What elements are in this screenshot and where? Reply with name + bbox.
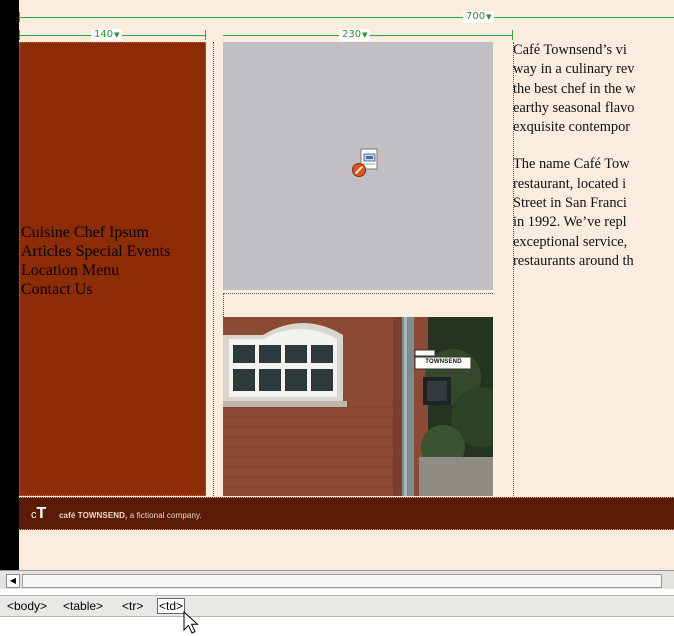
sidebar-cell[interactable]: Cuisine Chef Ipsum Articles Special Events…	[19, 42, 206, 496]
sidebar-guide-tick-right	[205, 30, 206, 40]
text-line: Café Townsend’s vi	[513, 42, 627, 58]
nav-link-menu[interactable]: Menu	[82, 262, 119, 279]
scroll-thumb[interactable]	[22, 574, 662, 588]
center-guide-tick-right	[512, 30, 513, 40]
nav-row: Articles Special Events	[21, 242, 170, 261]
text-line: Street in San Franci	[513, 195, 627, 212]
sidebar-width-label[interactable]: 140▼	[91, 29, 123, 41]
intro-paragraph-2: The name Café Tow restaurant, located i …	[513, 155, 674, 271]
table-guide-line	[19, 17, 674, 18]
tag-tr[interactable]: <tr>	[122, 599, 143, 613]
footer-tagline: café TOWNSEND, a fictional company.	[59, 511, 202, 520]
table-guide-tick	[19, 12, 20, 22]
chevron-down-icon: ▼	[486, 13, 492, 21]
text-line: exceptional service,	[513, 233, 628, 250]
street-photo: TOWNSEND	[223, 317, 493, 496]
nav-link-cuisine[interactable]: Cuisine	[21, 224, 70, 241]
text-line: The name Café Tow	[513, 156, 630, 173]
street-sign-label: TOWNSEND	[425, 359, 462, 365]
text-line: way in a culinary rev	[513, 61, 635, 78]
sidebar-guide-tick-left	[19, 30, 20, 40]
text-line: restaurant, located i	[513, 175, 627, 192]
text-line: the best chef in the w	[513, 80, 636, 97]
text-line: in 1992. We’ve repl	[513, 214, 627, 231]
tag-selector: <body> <table> <tr> <td>	[0, 595, 674, 617]
nav-row: Cuisine Chef Ipsum	[21, 223, 170, 242]
street-photo-image	[223, 317, 493, 496]
flash-placeholder[interactable]	[223, 42, 493, 290]
text-line: earthy seasonal flavo	[513, 99, 635, 116]
table-width-label[interactable]: 700▼	[463, 11, 495, 23]
nav-row: Location Menu	[21, 261, 170, 280]
center-width-label[interactable]: 230▼	[339, 29, 371, 41]
text-line: exquisite contempor	[513, 119, 631, 136]
nav-menu: Cuisine Chef Ipsum Articles Special Events…	[21, 223, 170, 299]
nav-link-contact-us[interactable]: Contact Us	[21, 281, 93, 298]
nav-row: Contact Us	[21, 280, 170, 299]
horizontal-scrollbar[interactable]: ◀	[0, 570, 674, 589]
intro-paragraph-1: Café Townsend’s vi way in a culinary rev…	[513, 41, 674, 137]
intro-text[interactable]: Café Townsend’s vi way in a culinary rev…	[513, 41, 674, 341]
footer-logo: cT	[31, 505, 47, 522]
nav-link-articles[interactable]: Articles	[21, 243, 72, 260]
nav-link-chef-ipsum[interactable]: Chef Ipsum	[74, 224, 149, 241]
text-line: restaurants around th	[513, 252, 634, 269]
tag-table[interactable]: <table>	[63, 599, 103, 613]
mouse-pointer-icon	[183, 610, 199, 634]
cell-border	[213, 42, 214, 496]
nav-link-special-events[interactable]: Special Events	[76, 243, 171, 260]
chevron-down-icon: ▼	[114, 31, 120, 39]
cell-border	[223, 293, 493, 294]
tag-body[interactable]: <body>	[7, 599, 47, 613]
nav-link-location[interactable]: Location	[21, 262, 78, 279]
plugin-placeholder-icon	[352, 148, 378, 177]
chevron-down-icon: ▼	[362, 31, 368, 39]
cell-border	[223, 293, 224, 317]
scroll-left-arrow-icon[interactable]: ◀	[6, 574, 20, 588]
tag-selector-bar: <body> <table> <tr> <td>	[0, 589, 674, 635]
footer-bar[interactable]: cT café TOWNSEND, a fictional company.	[19, 497, 674, 530]
